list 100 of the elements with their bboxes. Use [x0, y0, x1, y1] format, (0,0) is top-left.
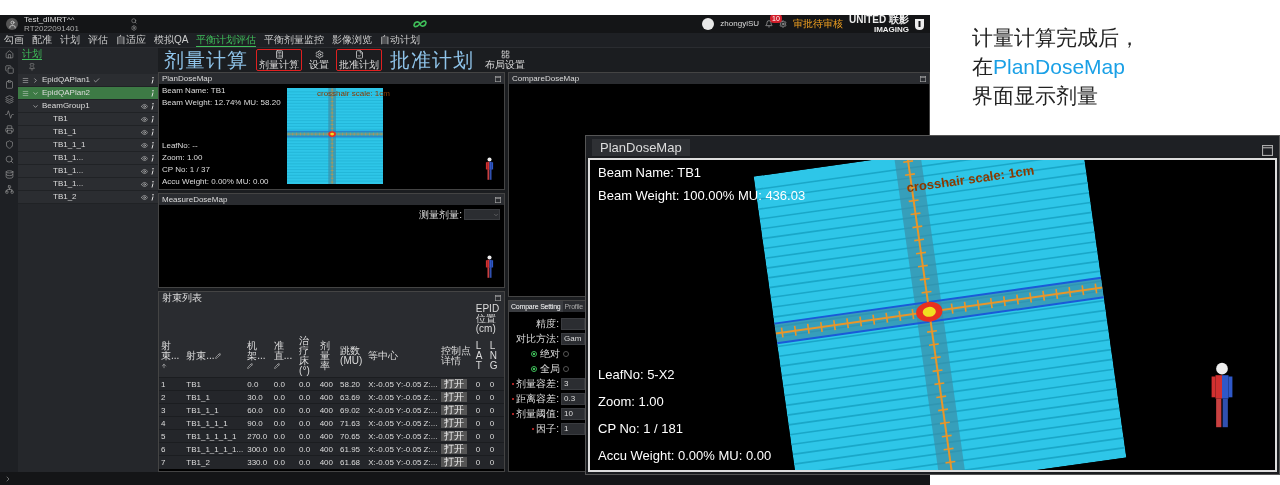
nav-tab[interactable]: 评估 [88, 33, 108, 47]
nav-tab[interactable]: 平衡计划评估 [196, 33, 257, 47]
copy-icon[interactable] [4, 65, 14, 74]
edit-icon[interactable] [214, 353, 221, 359]
column-header[interactable]: 剂量率 [317, 335, 339, 378]
column-header[interactable]: 准直... [271, 335, 298, 378]
info-icon[interactable] [151, 128, 154, 136]
info-icon[interactable] [151, 141, 154, 149]
open-button[interactable]: 打开 [441, 444, 468, 454]
settings-icon[interactable] [779, 20, 787, 28]
input-field[interactable]: 10 [561, 408, 585, 420]
pulse-icon[interactable] [4, 110, 14, 119]
info-icon[interactable] [151, 167, 154, 175]
maximize-icon[interactable] [495, 75, 501, 82]
nav-tab[interactable]: 自动计划 [380, 33, 421, 47]
info-icon[interactable] [151, 180, 154, 188]
nav-tab[interactable]: 勾画 [4, 33, 24, 47]
eye-icon [141, 193, 148, 201]
table-cell: 0.0 [297, 377, 318, 391]
settings-icon[interactable] [131, 24, 137, 31]
table-cell: 3 [159, 403, 185, 417]
pin-icon[interactable] [28, 63, 36, 71]
nav-tab[interactable]: 平衡剂量监控 [264, 33, 325, 47]
column-header[interactable]: 治疗床(°) [297, 335, 318, 378]
edit-icon[interactable] [273, 363, 280, 369]
tree-item[interactable]: TB1_2 [18, 191, 158, 204]
open-button[interactable]: 打开 [441, 405, 468, 415]
dropdown-field[interactable] [464, 209, 500, 220]
tree-item[interactable]: TB1_1_1 [18, 139, 158, 152]
bell-icon[interactable] [765, 20, 773, 28]
input-field[interactable] [561, 318, 585, 330]
chevron-right-icon[interactable] [4, 474, 12, 483]
chevron-down-icon[interactable] [32, 102, 39, 110]
toolbar-button[interactable]: 布局设置 [482, 49, 528, 71]
table-cell: 400 [317, 442, 339, 456]
table-cell: 0.0 [297, 442, 318, 456]
input-field[interactable]: 0.3 [561, 393, 585, 405]
open-button[interactable]: 打开 [441, 418, 468, 428]
nav-tab[interactable]: 模拟QA [154, 33, 189, 47]
list-icon [22, 76, 29, 84]
table-cell: 0.0 [271, 377, 298, 391]
layers-icon[interactable] [4, 95, 14, 104]
tree-item-label: TB1_1_1 [53, 141, 86, 149]
column-header[interactable]: 控制点详情 [439, 335, 474, 378]
info-icon[interactable] [151, 102, 154, 110]
edit-icon[interactable] [247, 363, 254, 369]
column-header[interactable]: 机架... [245, 335, 272, 378]
user-avatar[interactable] [6, 18, 18, 30]
database-icon[interactable] [4, 170, 14, 179]
open-button[interactable]: 打开 [441, 457, 468, 468]
maximize-icon[interactable] [495, 294, 501, 301]
tree-item[interactable]: TB1_1... [18, 178, 158, 191]
toolbar-button[interactable]: 剂量计算 [256, 49, 302, 71]
info-icon[interactable] [151, 76, 154, 84]
tree-item[interactable]: TB1_1... [18, 152, 158, 165]
maximize-icon[interactable] [1262, 145, 1273, 156]
nav-tab[interactable]: 影像浏览 [332, 33, 373, 47]
patient-id: RT2022091401 [24, 24, 79, 33]
maximize-icon[interactable] [920, 75, 926, 82]
info-icon[interactable] [151, 193, 154, 201]
column-header[interactable]: 跳数(MU) [338, 335, 367, 378]
info-icon[interactable] [151, 115, 154, 123]
toolbar-button[interactable]: 批准计划 [336, 49, 382, 71]
table-cell: TB1_1 [184, 390, 246, 404]
clipboard-icon[interactable] [4, 80, 14, 89]
tree-item[interactable]: TB1 [18, 113, 158, 126]
input-field[interactable]: 1 [561, 423, 585, 435]
nav-tab[interactable]: 计划 [60, 33, 80, 47]
radio-button[interactable] [531, 351, 537, 357]
open-button[interactable]: 打开 [441, 431, 468, 441]
info-icon[interactable] [151, 154, 154, 162]
tree-item[interactable]: TB1_1 [18, 126, 158, 139]
column-header[interactable]: 射束... [159, 335, 185, 378]
column-header[interactable]: 等中心 [366, 335, 440, 378]
search-icon[interactable] [131, 17, 137, 24]
tree-item[interactable]: EpidQAPlan1 [18, 74, 158, 87]
tree-item[interactable]: BeamGroup1 [18, 100, 158, 113]
nav-tab[interactable]: 配准 [32, 33, 52, 47]
search-icon[interactable] [4, 155, 14, 164]
open-button[interactable]: 打开 [441, 392, 468, 402]
sort-icon[interactable] [161, 363, 167, 369]
tree-item[interactable]: TB1_1... [18, 165, 158, 178]
printer-icon[interactable] [4, 125, 14, 134]
table-cell: 0 [473, 429, 488, 443]
table-cell: 61.68 [338, 455, 367, 469]
maximize-icon[interactable] [495, 196, 501, 203]
toolbar-button[interactable]: 设置 [306, 49, 332, 71]
sidebar-tab[interactable]: 计划 [22, 48, 42, 60]
column-header[interactable]: 射束... [184, 335, 246, 378]
eye-icon [141, 128, 148, 136]
shield-icon[interactable] [4, 140, 14, 149]
radio-button[interactable] [531, 366, 537, 372]
user-avatar[interactable] [702, 18, 715, 30]
input-field[interactable]: 3 [561, 378, 585, 390]
network-icon[interactable] [4, 185, 14, 194]
house-icon[interactable] [4, 50, 14, 59]
chevron-right-icon[interactable] [32, 76, 39, 84]
nav-tab[interactable]: 自适应 [116, 33, 146, 47]
open-button[interactable]: 打开 [441, 379, 468, 389]
dropdown-field[interactable]: Gam [561, 333, 585, 345]
